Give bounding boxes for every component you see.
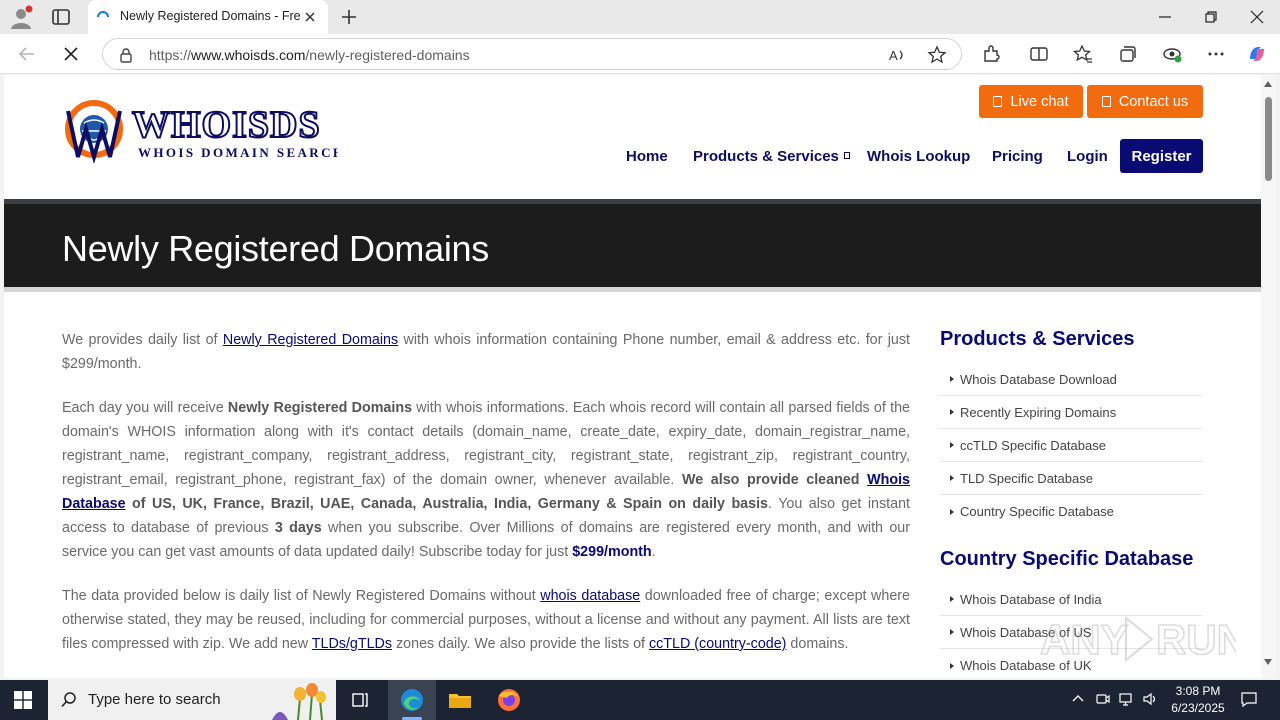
page-title: Newly Registered Domains [62,228,489,269]
anyrun-watermark: ANY RUN [1040,615,1236,664]
svg-text:WHOIS DOMAIN SEARCH: WHOIS DOMAIN SEARCH [138,145,338,160]
chat-icon [993,96,1003,107]
bullet-arrow-icon [950,629,954,635]
minimize-icon[interactable] [1156,8,1174,26]
bullet-arrow-icon [950,508,954,515]
bullet-arrow-icon [950,662,954,669]
bullet-arrow-icon [950,376,954,382]
taskbar-clock[interactable]: 3:08 PM 6/23/2025 [1160,683,1236,717]
site-info-icon[interactable] [117,46,135,64]
restore-icon[interactable] [1202,8,1220,26]
close-window-icon[interactable] [1248,8,1266,26]
country-database-heading: Country Specific Database [940,548,1194,570]
tab-title: Newly Registered Domains - Free [120,9,300,23]
browser-tabstrip: Newly Registered Domains - Free [0,0,1280,34]
products-services-heading: Products & Services [940,328,1135,350]
data-paragraph: The data provided below is daily list of… [62,588,910,652]
collections-icon[interactable] [1117,43,1139,65]
notifications-icon[interactable] [1240,690,1258,708]
clock-time: 3:08 PM [1175,684,1221,698]
favorite-star-icon[interactable] [927,45,947,65]
copilot-icon[interactable] [1246,43,1268,65]
hero-divider [4,287,1261,292]
nav-whois-lookup[interactable]: Whois Lookup [867,148,970,165]
taskbar-search-box[interactable]: Type here to search [48,680,336,720]
details-paragraph: Each day you will receive Newly Register… [62,400,910,560]
search-icon [61,692,76,708]
register-button[interactable]: Register [1120,139,1203,173]
file-explorer-icon[interactable] [446,686,474,714]
bullet-arrow-icon [950,475,954,481]
stop-loading-icon[interactable] [60,43,82,65]
newly-registered-domains-link[interactable]: Newly Registered Domains [223,332,398,348]
search-placeholder: Type here to search [88,691,221,708]
nav-products-services[interactable]: Products & Services [693,148,850,165]
bullet-arrow-icon [950,442,954,448]
meet-now-icon[interactable] [1095,691,1111,707]
intro-paragraph: We provides daily list of Newly Register… [62,332,911,372]
close-tab-icon[interactable] [302,9,318,25]
read-aloud-icon[interactable]: A [887,45,907,65]
contact-us-button[interactable]: Contact us [1087,85,1203,118]
firefox-icon[interactable] [495,686,523,714]
back-icon[interactable] [16,43,38,65]
svg-text:A: A [889,48,898,63]
bullet-arrow-icon [950,409,954,415]
favorites-icon[interactable] [1072,43,1094,65]
nav-home[interactable]: Home [626,148,668,165]
browser-essentials-icon[interactable] [1161,43,1183,65]
taskbar-edge-active[interactable] [388,680,436,720]
tab-actions-icon[interactable] [48,5,74,29]
search-highlight-flowers-icon [272,683,326,720]
svg-text:WHOISDS: WHOISDS [132,104,321,146]
sidebar-item-recently-expiring-domains[interactable]: Recently Expiring Domains [940,396,1203,429]
volume-icon[interactable] [1142,691,1158,707]
sidebar-item-country-database[interactable]: Country Specific Database [940,495,1203,528]
windows-taskbar: Type here to search 3:08 PM 6/23/2025 [0,680,1280,720]
whois-database-link-2[interactable]: whois database [540,588,640,604]
loading-spinner-icon [97,11,109,18]
scroll-up-arrow-icon[interactable] [1264,81,1272,87]
live-chat-button[interactable]: Live chat [979,85,1083,118]
nav-login[interactable]: Login [1067,148,1108,165]
tlds-gtlds-link[interactable]: TLDs/gTLDs [312,636,392,652]
price-highlight: $299/month [572,544,652,560]
page-hero: Newly Registered Domains [4,199,1261,292]
extensions-icon[interactable] [980,43,1002,65]
task-view-icon[interactable] [346,686,374,714]
url-text[interactable]: https://www.whoisds.com/newly-registered… [149,47,470,63]
windows-start-icon[interactable] [14,691,32,709]
article-content: We provides daily list of Newly Register… [62,328,910,676]
whoisds-logo[interactable]: WHOISDS WHOIS DOMAIN SEARCH [62,99,338,163]
split-screen-icon[interactable] [1028,43,1050,65]
nav-pricing[interactable]: Pricing [992,148,1043,165]
dropdown-icon [843,152,850,159]
edge-browser-icon [401,689,423,711]
scroll-down-arrow-icon[interactable] [1264,659,1272,665]
bullet-arrow-icon [950,596,954,602]
page-viewport: WHOISDS WHOIS DOMAIN SEARCH Live chat Co… [4,75,1261,678]
browser-toolbar: https://www.whoisds.com/newly-registered… [0,34,1280,74]
address-bar[interactable]: https://www.whoisds.com/newly-registered… [102,38,962,70]
browser-tab-active[interactable]: Newly Registered Domains - Free [88,0,328,34]
phone-icon [1101,96,1111,107]
sidebar-item-cctld-database[interactable]: ccTLD Specific Database [940,429,1203,462]
more-options-icon[interactable] [1205,43,1227,65]
page-scrollbar[interactable] [1261,75,1276,678]
new-tab-icon[interactable] [338,6,360,28]
sidebar-item-whois-database-download[interactable]: Whois Database Download [940,363,1203,396]
svg-text:RUN: RUN [1156,616,1236,663]
show-hidden-icons-icon[interactable] [1070,691,1086,707]
profile-icon[interactable] [8,5,34,31]
svg-text:ANY: ANY [1040,616,1129,663]
network-icon[interactable] [1118,691,1134,707]
scrollbar-thumb[interactable] [1265,97,1272,181]
clock-date: 6/23/2025 [1171,701,1225,715]
cctld-link[interactable]: ccTLD (country-code) [649,636,786,652]
sidebar-item-tld-database[interactable]: TLD Specific Database [940,462,1203,495]
products-list: Whois Database Download Recently Expirin… [940,363,1203,528]
